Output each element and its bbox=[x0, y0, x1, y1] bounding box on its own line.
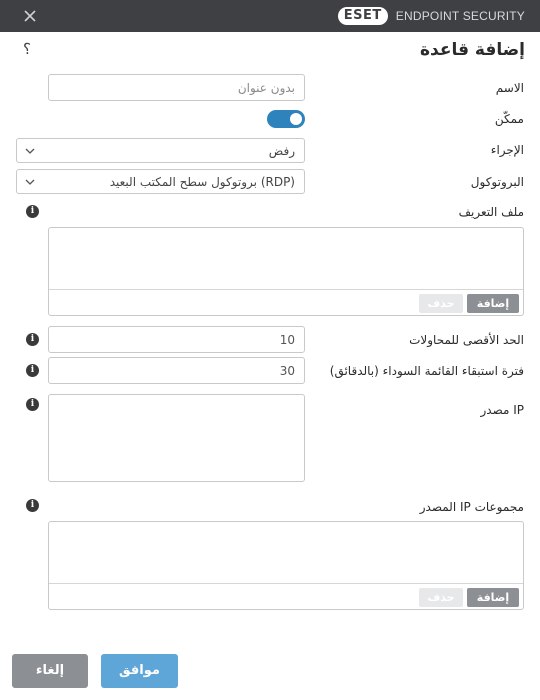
blacklist-period-label: فترة استبقاء القائمة السوداء (بالدقائق) bbox=[329, 364, 524, 378]
profile-delete-button[interactable]: حذف bbox=[419, 294, 463, 313]
page-title: إضافة قاعدة bbox=[420, 40, 525, 60]
toggle-knob bbox=[290, 113, 302, 125]
info-icon[interactable]: i bbox=[26, 333, 39, 346]
name-input[interactable]: بدون عنوان bbox=[48, 74, 305, 101]
source-ip-textarea[interactable] bbox=[48, 394, 305, 482]
product-name: ENDPOINT SECURITY bbox=[395, 9, 525, 23]
enabled-label: ممكّن bbox=[494, 112, 524, 126]
cancel-button[interactable]: إلغاء bbox=[12, 654, 88, 688]
blacklist-period-input[interactable]: 30 bbox=[48, 357, 305, 384]
ok-button[interactable]: موافق bbox=[101, 654, 178, 688]
profile-label: ملف التعريف bbox=[458, 205, 524, 219]
source-ip-groups-label: مجموعات IP المصدر bbox=[419, 500, 524, 514]
info-icon[interactable]: i bbox=[26, 499, 39, 512]
title-bar: ESET ENDPOINT SECURITY bbox=[0, 0, 540, 32]
source-ip-groups-add-button[interactable]: إضافة bbox=[467, 588, 519, 607]
source-ip-groups-list[interactable]: إضافة حذف bbox=[48, 521, 524, 610]
source-ip-label: IP مصدر bbox=[480, 403, 524, 417]
chevron-down-icon bbox=[25, 179, 35, 185]
info-icon[interactable]: i bbox=[26, 398, 39, 411]
close-icon[interactable] bbox=[20, 6, 40, 26]
eset-logo: ESET bbox=[337, 7, 388, 25]
action-label: الإجراء bbox=[490, 143, 524, 157]
source-ip-groups-footer: إضافة حذف bbox=[49, 583, 523, 609]
chevron-down-icon bbox=[25, 148, 35, 154]
source-ip-groups-delete-button[interactable]: حذف bbox=[419, 588, 463, 607]
brand: ESET ENDPOINT SECURITY bbox=[337, 6, 525, 26]
protocol-select[interactable]: بروتوكول سطح المكتب البعيد (RDP) bbox=[16, 169, 305, 194]
info-icon[interactable]: i bbox=[26, 205, 39, 218]
info-icon[interactable]: i bbox=[26, 364, 39, 377]
profile-list[interactable]: إضافة حذف bbox=[48, 227, 524, 316]
help-icon[interactable]: ؟ bbox=[23, 40, 31, 58]
protocol-label: البروتوكول bbox=[470, 175, 524, 189]
enabled-toggle[interactable] bbox=[267, 110, 305, 128]
name-label: الاسم bbox=[495, 81, 524, 95]
protocol-value: بروتوكول سطح المكتب البعيد (RDP) bbox=[109, 174, 295, 189]
max-attempts-label: الحد الأقصى للمحاولات bbox=[409, 333, 524, 347]
action-value: رفض bbox=[268, 143, 295, 158]
profile-add-button[interactable]: إضافة bbox=[467, 294, 519, 313]
profile-list-footer: إضافة حذف bbox=[49, 289, 523, 315]
action-select[interactable]: رفض bbox=[16, 138, 305, 163]
max-attempts-input[interactable]: 10 bbox=[48, 326, 305, 353]
